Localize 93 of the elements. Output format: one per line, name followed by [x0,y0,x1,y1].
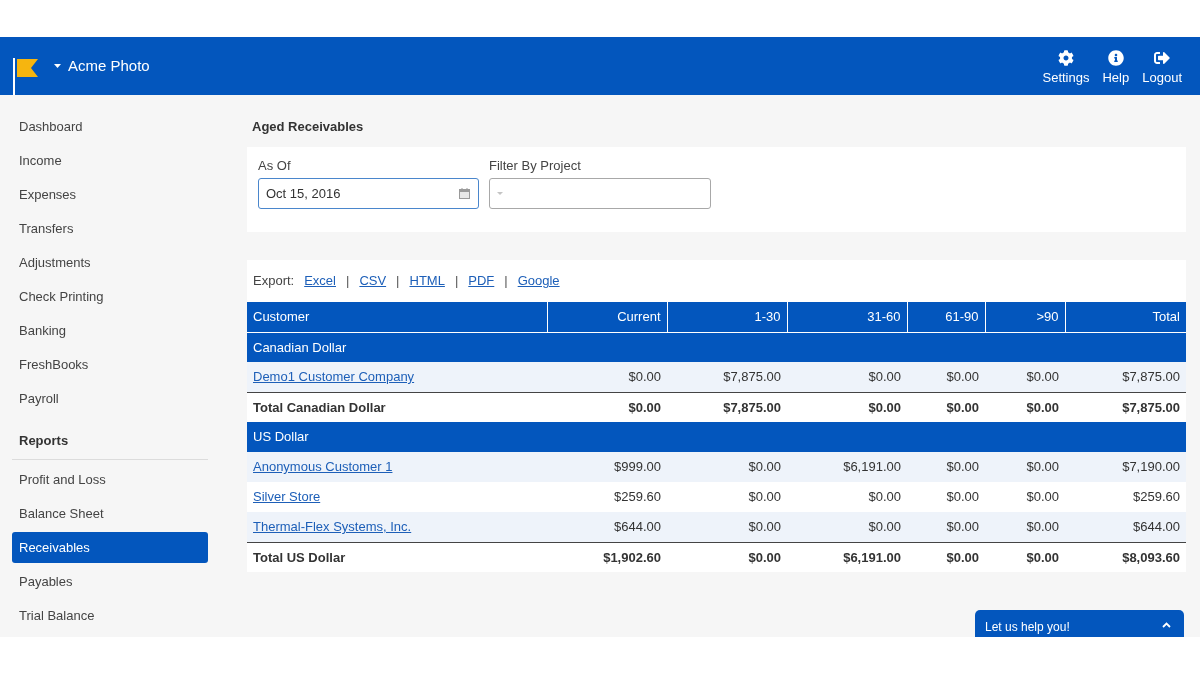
column-header: Current [547,302,667,332]
amount-value: $0.00 [907,512,985,542]
header-action[interactable]: Help [1102,50,1130,85]
amount-value: $7,190.00 [1065,452,1186,482]
link-separator: | [346,272,350,291]
date-field[interactable]: Oct 15, 2016 [258,178,479,209]
header-action[interactable]: Settings [1042,50,1090,85]
sidebar-item[interactable]: FreshBooks [12,349,208,380]
export-link[interactable]: HTML [409,271,445,291]
flag-logo[interactable] [13,58,39,95]
customer-link[interactable]: Demo1 Customer Company [253,369,415,384]
field-label: As Of [258,158,292,174]
sidebar-item[interactable]: Check Printing [12,281,208,312]
amount-value: $7,875.00 [667,362,787,392]
total-value: $0.00 [787,392,907,422]
header-action[interactable]: Logout [1142,50,1182,85]
amount-value: $0.00 [667,452,787,482]
export-link[interactable]: Google [517,271,560,291]
amount-value: $0.00 [547,362,667,392]
help-chat-button[interactable]: Let us help you! [975,610,1184,637]
amount-value: $0.00 [985,362,1065,392]
caret-down-icon [497,192,503,195]
amount-value: $644.00 [1065,512,1186,542]
sidebar-item[interactable]: Income [12,145,208,176]
sidebar-item[interactable]: Expenses [12,179,208,210]
currency-group-header: Canadian Dollar [247,332,1186,362]
currency-group-header: US Dollar [247,422,1186,452]
column-header: 1-30 [667,302,787,332]
column-header: 61-90 [907,302,985,332]
amount-value: $0.00 [907,482,985,512]
export-link[interactable]: PDF [468,271,495,291]
sidebar-item[interactable]: Receivables [12,532,208,563]
sidebar-item[interactable]: Profit and Loss [12,464,208,495]
amount-value: $644.00 [547,512,667,542]
calendar-icon[interactable] [459,188,470,199]
amount-value: $0.00 [907,452,985,482]
export-link[interactable]: CSV [359,271,387,291]
caret-down-icon[interactable] [54,64,61,68]
sidebar-item[interactable]: Trial Balance [12,600,208,631]
amount-value: $0.00 [985,482,1065,512]
amount-value: $0.00 [787,512,907,542]
export-link[interactable]: Excel [304,271,336,291]
amount-value: $0.00 [787,362,907,392]
logout-icon [1154,50,1171,66]
column-header: Customer [247,302,547,332]
sidebar-item[interactable]: Balance Sheet [12,498,208,529]
link-separator: | [504,272,508,291]
total-value: $0.00 [547,392,667,422]
total-label: Total Canadian Dollar [247,392,547,422]
sidebar-item[interactable]: Dashboard [12,111,208,142]
customer-link[interactable]: Thermal-Flex Systems, Inc. [253,519,412,534]
amount-value: $259.60 [1065,482,1186,512]
amount-value: $0.00 [667,512,787,542]
total-value: $0.00 [985,392,1065,422]
page-title: Aged Receivables [251,118,365,136]
field-label: Filter By Project [489,158,582,174]
total-value: $0.00 [667,542,787,572]
amount-value: $0.00 [985,452,1065,482]
column-header: >90 [985,302,1065,332]
info-icon [1107,50,1124,66]
link-separator: | [396,272,400,291]
amount-value: $0.00 [787,482,907,512]
total-value: $0.00 [985,542,1065,572]
settings-icon [1058,50,1074,66]
total-value: $7,875.00 [1065,392,1186,422]
export-label: Export: [253,272,295,291]
amount-value: $999.00 [547,452,667,482]
chevron-up-icon [1162,622,1171,628]
amount-value: $7,875.00 [1065,362,1186,392]
link-separator: | [454,272,459,291]
total-value: $0.00 [907,392,985,422]
column-header: Total [1065,302,1186,332]
total-value: $1,902.60 [547,542,667,572]
customer-link[interactable]: Silver Store [253,489,321,505]
amount-value: $0.00 [985,512,1065,542]
sidebar-item[interactable]: Adjustments [12,247,208,278]
amount-value: $6,191.00 [787,452,907,482]
amount-value: $0.00 [907,362,985,392]
customer-link[interactable]: Anonymous Customer 1 [253,459,393,475]
total-label: Total US Dollar [247,542,547,572]
sidebar-item[interactable]: Payables [12,566,208,597]
sidebar-item[interactable]: Transfers [12,213,208,244]
total-value: $7,875.00 [667,392,787,422]
company-name[interactable]: Acme Photo [68,54,150,78]
section-heading: Reports [18,431,70,450]
sidebar-item[interactable]: Banking [12,315,208,346]
amount-value: $259.60 [547,482,667,512]
total-value: $8,093.60 [1065,542,1186,572]
sidebar-item[interactable]: Payroll [12,383,208,414]
total-value: $0.00 [907,542,985,572]
column-header: 31-60 [787,302,907,332]
total-value: $6,191.00 [787,542,907,572]
amount-value: $0.00 [667,482,787,512]
